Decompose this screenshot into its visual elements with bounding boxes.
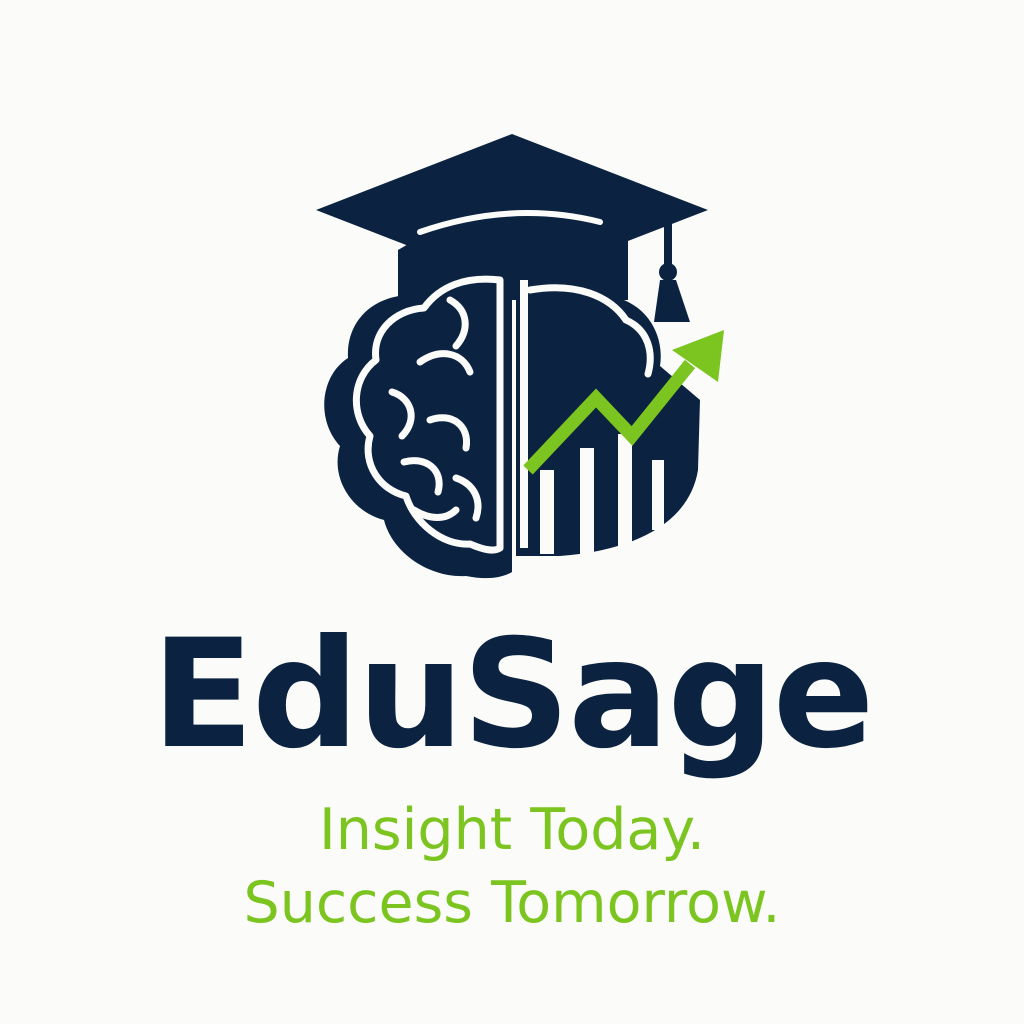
- tagline-line-2: Success Tomorrow.: [243, 870, 781, 936]
- brand-name: EduSage: [151, 608, 875, 782]
- logo-canvas: EduSage Insight Today. Success Tomorrow.: [0, 0, 1024, 1024]
- tagline-line-1: Insight Today.: [318, 797, 706, 863]
- logo-mark: [316, 134, 724, 579]
- brain-icon: [324, 260, 512, 579]
